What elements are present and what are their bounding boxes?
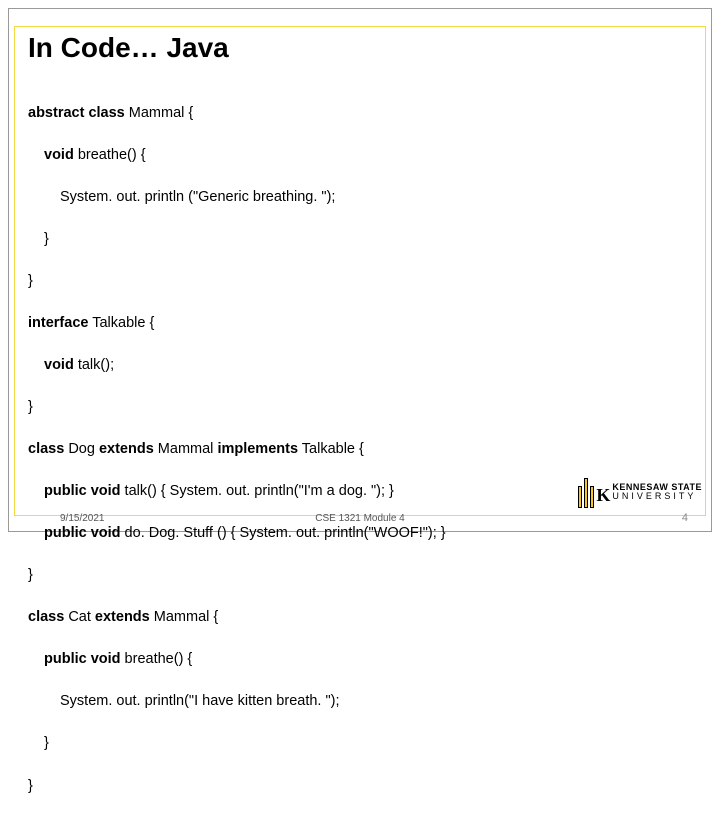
code-line: void breathe() {	[28, 145, 692, 166]
code-line: }	[28, 229, 692, 250]
footer-module: CSE 1321 Module 4	[315, 513, 405, 524]
footer-page-number: 4	[682, 512, 688, 524]
code-line: }	[28, 271, 692, 292]
code-line: public void do. Dog. Stuff () { System. …	[28, 523, 692, 544]
university-logo: K KENNESAW STATE UNIVERSITY	[578, 476, 702, 508]
code-line: class Cat extends Mammal {	[28, 607, 692, 628]
code-block: abstract class Mammal { void breathe() {…	[28, 82, 692, 818]
slide-title: In Code… Java	[28, 32, 229, 64]
code-line: }	[28, 397, 692, 418]
logo-text: KENNESAW STATE UNIVERSITY	[612, 483, 702, 502]
code-line: }	[28, 776, 692, 797]
logo-mark-icon: K	[578, 476, 606, 508]
code-line: interface Talkable {	[28, 313, 692, 334]
footer-date: 9/15/2021	[60, 513, 105, 524]
code-line: System. out. println("I have kitten brea…	[28, 691, 692, 712]
code-line: public void breathe() {	[28, 649, 692, 670]
code-line: void talk();	[28, 355, 692, 376]
code-line: }	[28, 733, 692, 754]
code-line: class Dog extends Mammal implements Talk…	[28, 439, 692, 460]
code-line: abstract class Mammal {	[28, 103, 692, 124]
code-line: System. out. println ("Generic breathing…	[28, 187, 692, 208]
code-line: }	[28, 565, 692, 586]
